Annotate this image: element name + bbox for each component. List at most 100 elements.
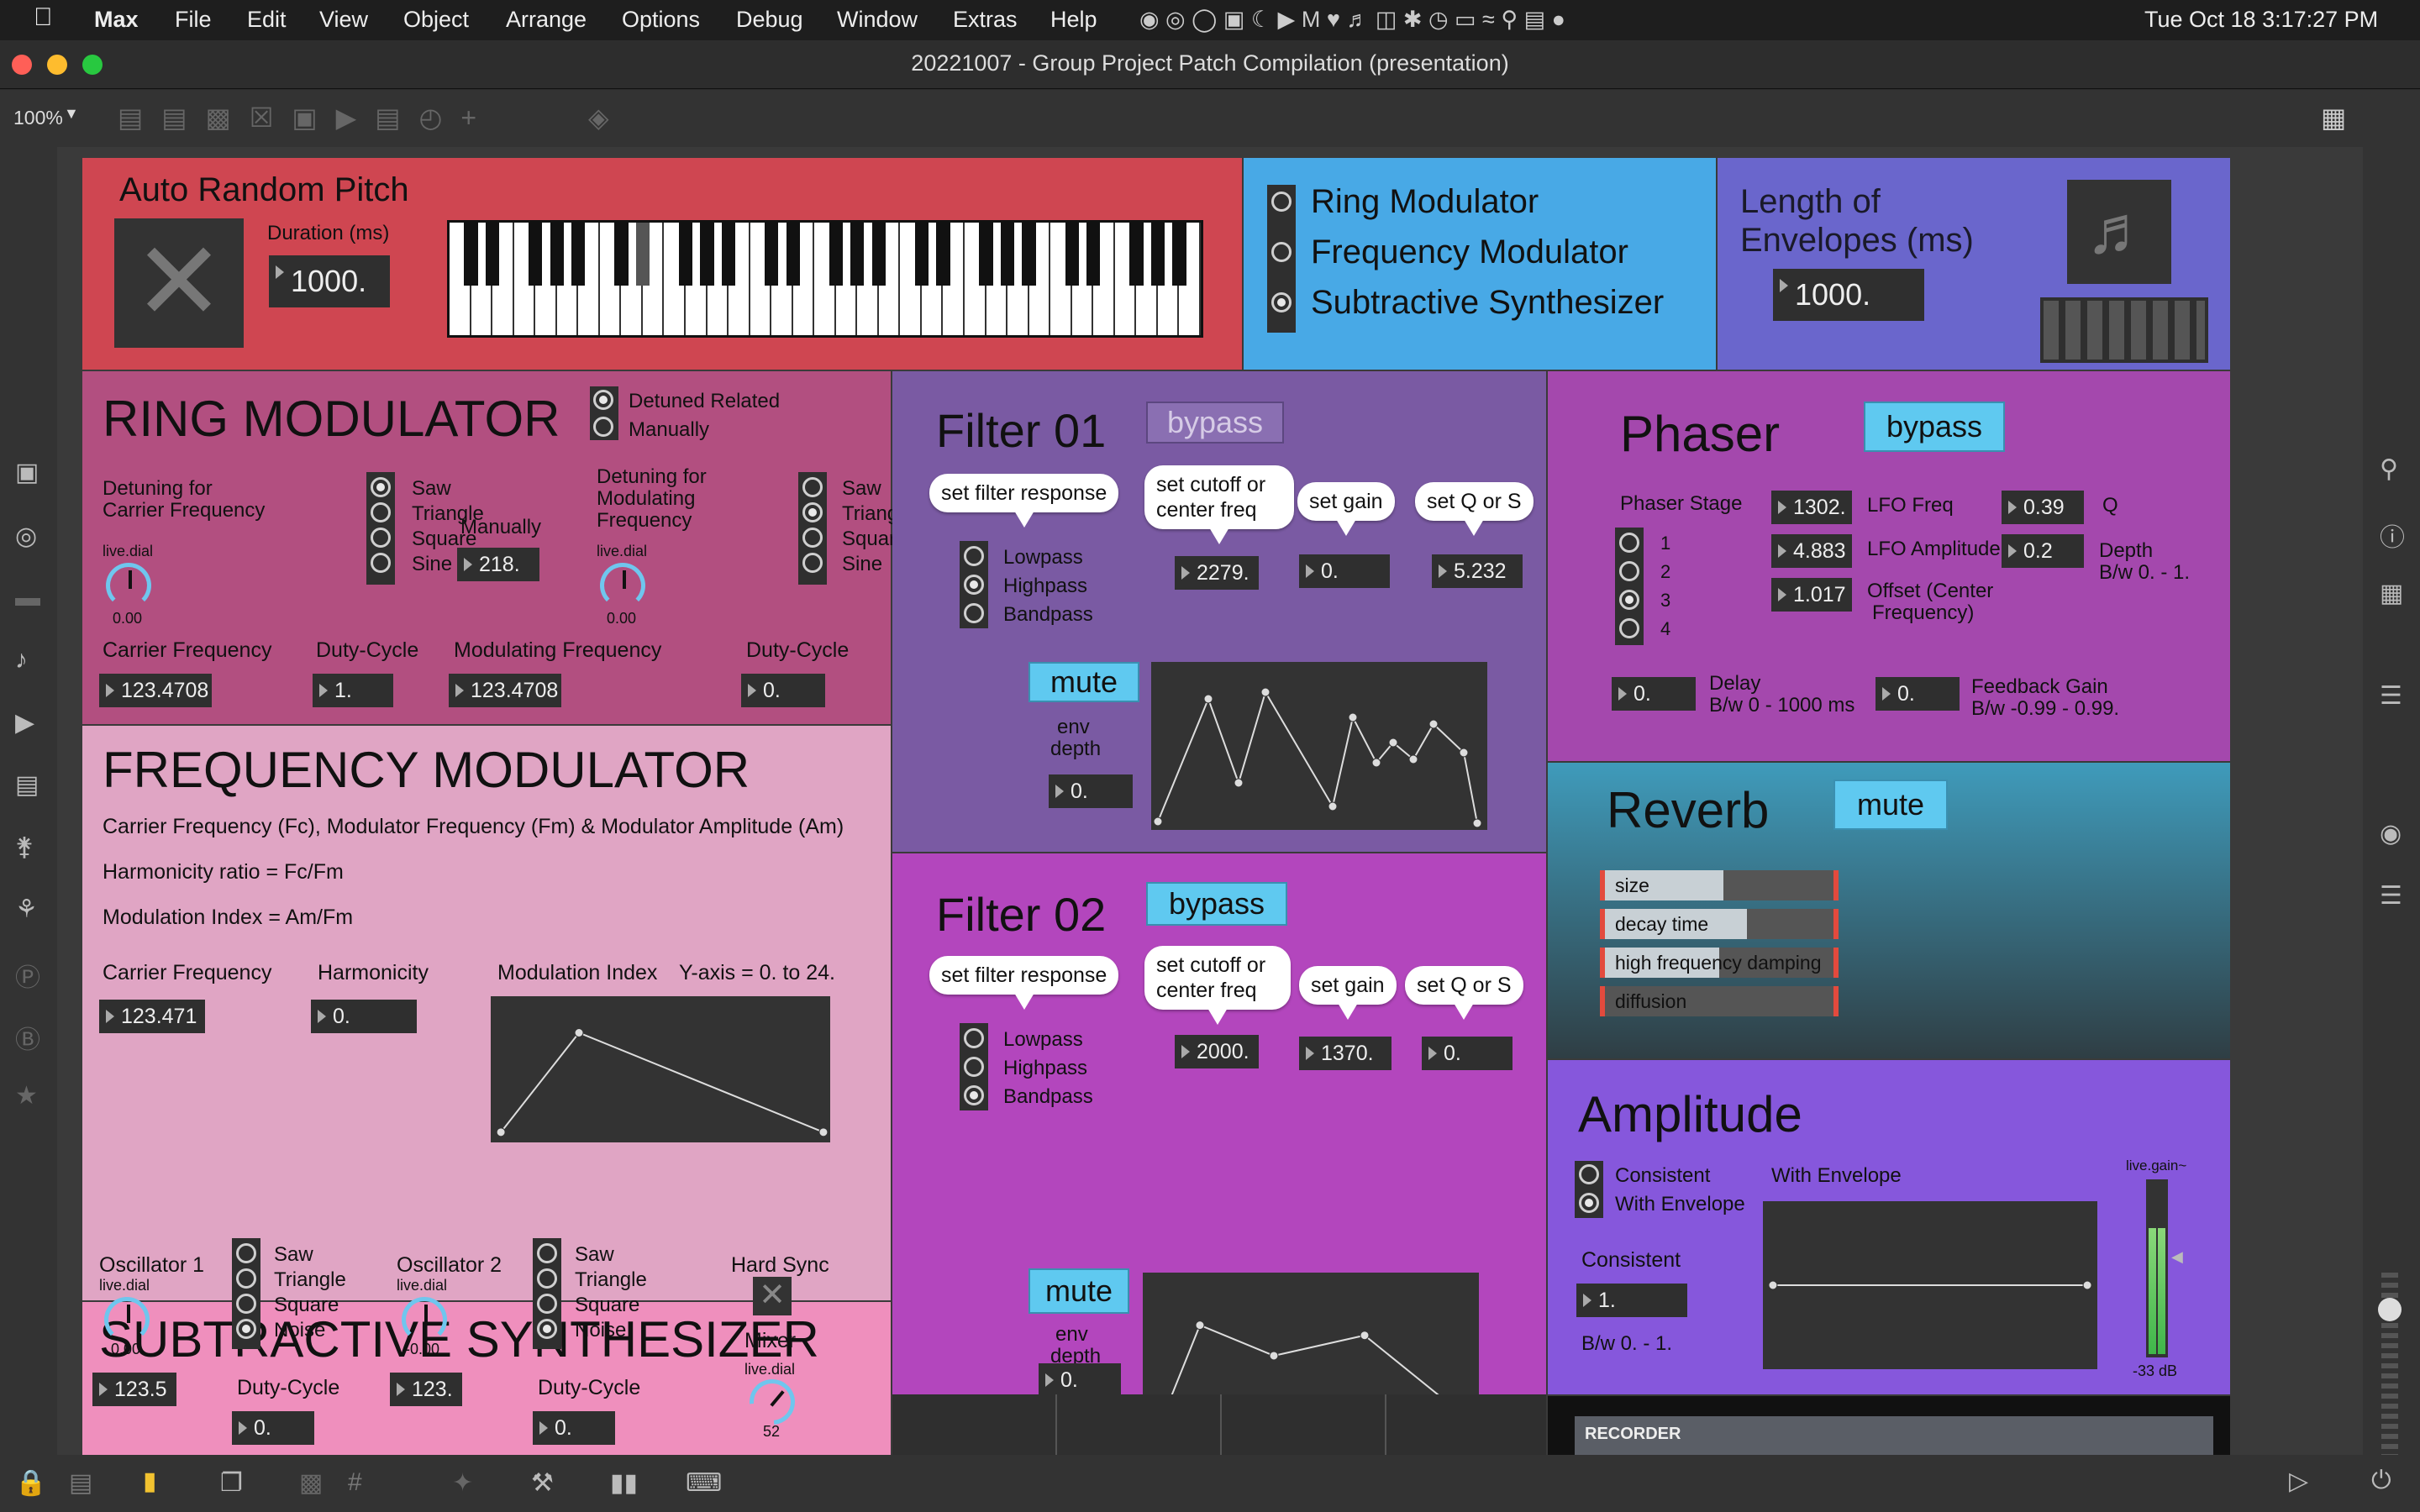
phaser-lfo-amp-number[interactable]: 4.883 [1771,534,1852,568]
phaser-depth-number[interactable]: 0.2 [2002,534,2084,568]
menu-options[interactable]: Options [622,7,700,33]
filter02-env-depth-number[interactable]: 0. [1039,1363,1121,1397]
filter01-env-point[interactable] [1428,719,1439,729]
piano-black-key[interactable] [850,223,865,286]
reverb-hf-damping-slider[interactable]: high frequency damping [1600,948,1839,978]
book-icon[interactable]: ▦ [2380,579,2403,608]
radio-phaser-stage-2[interactable] [1619,561,1639,581]
filter01-envelope-graph[interactable] [1151,662,1487,830]
piano-keyboard[interactable] [447,220,1203,338]
radio-osc2-noise[interactable] [537,1319,557,1339]
radio-filter02-lowpass[interactable] [964,1028,984,1048]
gain-arrow-icon[interactable]: ◀ [2171,1248,2183,1266]
filter01-gain-number[interactable]: 0. [1299,554,1390,588]
radio-osc1-square[interactable] [236,1294,256,1314]
menu-help[interactable]: Help [1050,7,1097,33]
menu-arrange[interactable]: Arrange [506,7,587,33]
phaser-lfo-freq-number[interactable]: 1302. [1771,491,1852,524]
fm-mod-index-point[interactable] [818,1127,829,1137]
piano-black-key[interactable] [528,223,543,286]
step-forward-icon[interactable]: ▶ [15,708,34,738]
radio-osc1-triangle[interactable] [236,1268,256,1289]
filter02-cutoff-number[interactable]: 2000. [1175,1035,1259,1068]
piano-black-key[interactable] [1086,223,1101,286]
power-icon[interactable]: ⏻ [2371,1467,2391,1495]
filter02-env-point[interactable] [1269,1351,1279,1361]
duty-cycle-number[interactable]: 1. [313,674,393,707]
filter01-q-number[interactable]: 5.232 [1432,554,1523,588]
radio-mod-triangle[interactable] [802,502,823,522]
random-toggle-button[interactable]: ✕ [114,218,244,348]
radio-frequency-modulator[interactable] [1271,242,1292,262]
piano-black-key[interactable] [571,223,586,286]
menu-window[interactable]: Window [837,7,918,33]
piano-black-key[interactable] [721,223,736,286]
radio-manually[interactable] [593,417,613,437]
amp-consistent-number[interactable]: 1. [1576,1284,1687,1317]
keyboard-icon[interactable]: ⌨ [686,1468,722,1498]
filter02-bypass-button[interactable]: bypass [1146,882,1287,926]
piano-black-key[interactable] [1150,223,1165,286]
radio-osc1-saw[interactable] [236,1243,256,1263]
v-icon[interactable]: Ⓟ [15,957,40,994]
piano-black-key[interactable] [1172,223,1186,286]
piano-black-key[interactable] [936,223,950,286]
snap-icon[interactable]: ▩ [299,1468,323,1498]
grid-icon[interactable]: ▦ [2321,102,2346,134]
radio-phaser-stage-1[interactable] [1619,533,1639,553]
play-icon[interactable]: ▷ [2289,1467,2308,1496]
presentation-icon[interactable]: ▮ [143,1467,157,1496]
piano-black-key[interactable] [786,223,800,286]
radio-phaser-stage-3[interactable] [1619,590,1639,610]
piano-black-key[interactable] [614,223,629,286]
phaser-bypass-button[interactable]: bypass [1864,402,2005,452]
fm-harmonicity-number[interactable]: 0. [311,1000,417,1033]
amp-env-point[interactable] [2082,1280,2092,1290]
reverb-mute-button[interactable]: mute [1833,780,1948,830]
menu-file[interactable]: File [175,7,212,33]
osc2-dial[interactable] [402,1297,447,1342]
volume-slider-handle[interactable] [2378,1298,2402,1321]
radio-osc2-square[interactable] [537,1294,557,1314]
wrench-icon[interactable]: ⚒ [531,1468,554,1498]
radio-filter01-lowpass[interactable] [964,546,984,566]
osc2-frequency-number[interactable]: 123. [390,1373,462,1406]
filter01-env-point[interactable] [1348,712,1358,722]
modulating-frequency-number[interactable]: 123.4708 [449,674,561,707]
autoconnect-icon[interactable]: ✦ [452,1468,473,1498]
gain-meter[interactable] [2146,1179,2168,1357]
list-icon[interactable]: ☰ [2380,681,2402,711]
fm-mod-index-point[interactable] [496,1127,506,1137]
piano-black-key[interactable] [678,223,693,286]
fm-mod-index-point[interactable] [574,1028,584,1037]
fm-mod-index-graph[interactable] [491,996,830,1142]
sliders-icon[interactable]: ☰ [2380,881,2402,911]
piano-black-key[interactable] [1129,223,1144,286]
grid-toggle-icon[interactable]: # [348,1468,362,1497]
camera-icon[interactable]: ◉ [2380,819,2402,848]
paperclip-icon[interactable]: ⚵ [15,832,34,862]
radio-filter02-highpass[interactable] [964,1057,984,1077]
chevron-down-icon[interactable]: ▼ [64,105,79,123]
duty-cycle-number-2[interactable]: 0. [741,674,825,707]
radio-mod-square[interactable] [802,528,823,548]
piano-black-key[interactable] [550,223,564,286]
osc1-frequency-number[interactable]: 123.5 [92,1373,176,1406]
filter01-env-point[interactable] [1153,816,1163,827]
piano-black-key[interactable] [1000,223,1015,286]
filter01-env-point[interactable] [1371,758,1381,768]
filter01-env-depth-number[interactable]: 0. [1049,774,1133,808]
envelope-length-number[interactable]: 1000. [1773,269,1924,321]
filter01-env-point[interactable] [1459,748,1469,758]
search-icon[interactable]: ⚲ [2380,454,2398,484]
piano-black-key[interactable] [635,223,650,286]
reverb-size-slider[interactable]: size [1600,870,1839,900]
radio-amp-with-envelope[interactable] [1579,1193,1599,1213]
filter01-env-point[interactable] [1234,778,1244,788]
menu-debug[interactable]: Debug [736,7,803,33]
radio-carrier-square[interactable] [371,528,391,548]
filter01-bypass-button[interactable]: bypass [1146,402,1284,444]
bottom-sequencer-strip[interactable] [892,1394,1546,1455]
osc1-dial[interactable] [104,1297,150,1342]
lock-icon[interactable]: 🔒 [15,1468,46,1498]
